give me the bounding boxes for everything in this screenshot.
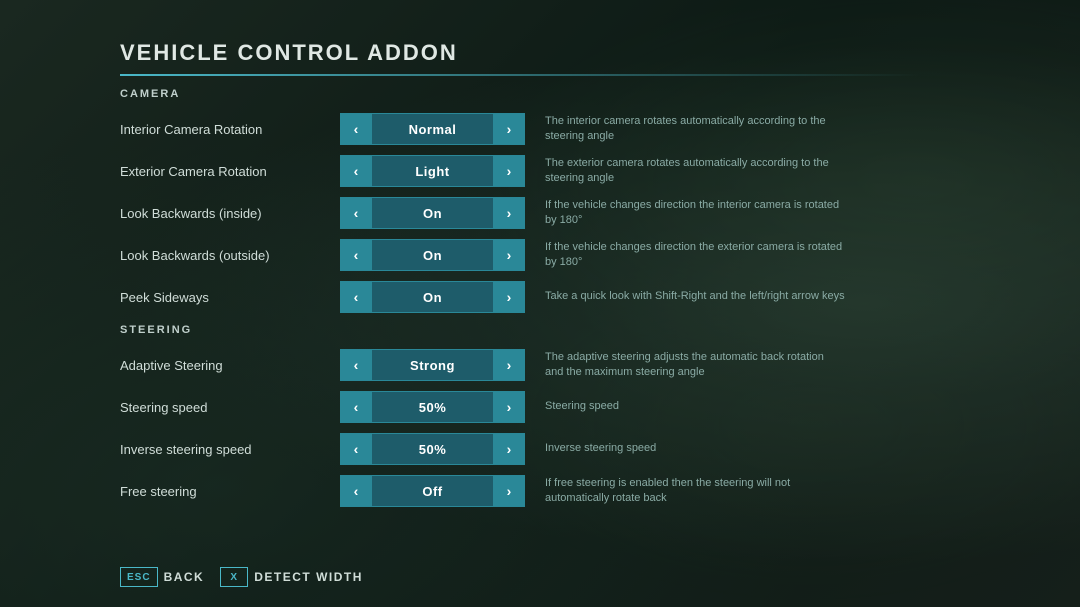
main-panel: VEHICLE CONTROL ADDON CAMERA Interior Ca…	[120, 40, 920, 514]
peek-sideways-value: On	[372, 281, 493, 313]
row-exterior-camera-rotation: Exterior Camera Rotation ‹ Light › The e…	[120, 152, 920, 190]
inverse-steering-speed-label: Inverse steering speed	[120, 442, 340, 457]
row-inverse-steering-speed: Inverse steering speed ‹ 50% › Inverse s…	[120, 430, 920, 468]
interior-camera-rotation-label: Interior Camera Rotation	[120, 122, 340, 137]
peek-sideways-right[interactable]: ›	[493, 281, 525, 313]
inverse-steering-speed-value: 50%	[372, 433, 493, 465]
look-backwards-inside-desc: If the vehicle changes direction the int…	[545, 198, 845, 229]
adaptive-steering-value: Strong	[372, 349, 493, 381]
bottom-bar: ESC BACK X DETECT WIDTH	[120, 567, 373, 587]
inverse-steering-speed-left[interactable]: ‹	[340, 433, 372, 465]
back-label: BACK	[164, 570, 205, 584]
steering-speed-label: Steering speed	[120, 400, 340, 415]
x-key-badge: X	[220, 567, 248, 587]
look-backwards-inside-widget: ‹ On ›	[340, 197, 525, 229]
look-backwards-outside-widget: ‹ On ›	[340, 239, 525, 271]
interior-camera-rotation-right[interactable]: ›	[493, 113, 525, 145]
peek-sideways-desc: Take a quick look with Shift-Right and t…	[545, 289, 845, 304]
inverse-steering-speed-desc: Inverse steering speed	[545, 441, 656, 456]
steering-speed-widget: ‹ 50% ›	[340, 391, 525, 423]
free-steering-right[interactable]: ›	[493, 475, 525, 507]
exterior-camera-rotation-label: Exterior Camera Rotation	[120, 164, 340, 179]
adaptive-steering-widget: ‹ Strong ›	[340, 349, 525, 381]
row-adaptive-steering: Adaptive Steering ‹ Strong › The adaptiv…	[120, 346, 920, 384]
page-title: VEHICLE CONTROL ADDON	[120, 40, 920, 66]
interior-camera-rotation-value: Normal	[372, 113, 493, 145]
exterior-camera-rotation-left[interactable]: ‹	[340, 155, 372, 187]
row-steering-speed: Steering speed ‹ 50% › Steering speed	[120, 388, 920, 426]
free-steering-widget: ‹ Off ›	[340, 475, 525, 507]
free-steering-label: Free steering	[120, 484, 340, 499]
inverse-steering-speed-right[interactable]: ›	[493, 433, 525, 465]
steering-section: STEERING Adaptive Steering ‹ Strong › Th…	[120, 324, 920, 510]
inverse-steering-speed-widget: ‹ 50% ›	[340, 433, 525, 465]
row-look-backwards-outside: Look Backwards (outside) ‹ On › If the v…	[120, 236, 920, 274]
steering-speed-value: 50%	[372, 391, 493, 423]
row-free-steering: Free steering ‹ Off › If free steering i…	[120, 472, 920, 510]
interior-camera-rotation-desc: The interior camera rotates automaticall…	[545, 114, 845, 145]
look-backwards-outside-value: On	[372, 239, 493, 271]
look-backwards-outside-left[interactable]: ‹	[340, 239, 372, 271]
peek-sideways-label: Peek Sideways	[120, 290, 340, 305]
steering-speed-desc: Steering speed	[545, 399, 619, 414]
peek-sideways-widget: ‹ On ›	[340, 281, 525, 313]
steering-speed-right[interactable]: ›	[493, 391, 525, 423]
adaptive-steering-desc: The adaptive steering adjusts the automa…	[545, 350, 845, 381]
esc-key-badge: ESC	[120, 567, 158, 587]
steering-speed-left[interactable]: ‹	[340, 391, 372, 423]
adaptive-steering-label: Adaptive Steering	[120, 358, 340, 373]
exterior-camera-rotation-widget: ‹ Light ›	[340, 155, 525, 187]
detect-width-label: DETECT WIDTH	[254, 570, 363, 584]
free-steering-value: Off	[372, 475, 493, 507]
title-divider	[120, 74, 920, 76]
look-backwards-outside-desc: If the vehicle changes direction the ext…	[545, 240, 845, 271]
exterior-camera-rotation-value: Light	[372, 155, 493, 187]
look-backwards-inside-label: Look Backwards (inside)	[120, 206, 340, 221]
look-backwards-inside-value: On	[372, 197, 493, 229]
free-steering-desc: If free steering is enabled then the ste…	[545, 476, 845, 507]
exterior-camera-rotation-desc: The exterior camera rotates automaticall…	[545, 156, 845, 187]
free-steering-left[interactable]: ‹	[340, 475, 372, 507]
look-backwards-outside-label: Look Backwards (outside)	[120, 248, 340, 263]
camera-section-label: CAMERA	[120, 88, 920, 100]
steering-section-label: STEERING	[120, 324, 920, 336]
row-look-backwards-inside: Look Backwards (inside) ‹ On › If the ve…	[120, 194, 920, 232]
look-backwards-outside-right[interactable]: ›	[493, 239, 525, 271]
look-backwards-inside-right[interactable]: ›	[493, 197, 525, 229]
camera-section: CAMERA Interior Camera Rotation ‹ Normal…	[120, 88, 920, 316]
adaptive-steering-left[interactable]: ‹	[340, 349, 372, 381]
row-peek-sideways: Peek Sideways ‹ On › Take a quick look w…	[120, 278, 920, 316]
adaptive-steering-right[interactable]: ›	[493, 349, 525, 381]
interior-camera-rotation-left[interactable]: ‹	[340, 113, 372, 145]
exterior-camera-rotation-right[interactable]: ›	[493, 155, 525, 187]
interior-camera-rotation-widget: ‹ Normal ›	[340, 113, 525, 145]
look-backwards-inside-left[interactable]: ‹	[340, 197, 372, 229]
peek-sideways-left[interactable]: ‹	[340, 281, 372, 313]
row-interior-camera-rotation: Interior Camera Rotation ‹ Normal › The …	[120, 110, 920, 148]
